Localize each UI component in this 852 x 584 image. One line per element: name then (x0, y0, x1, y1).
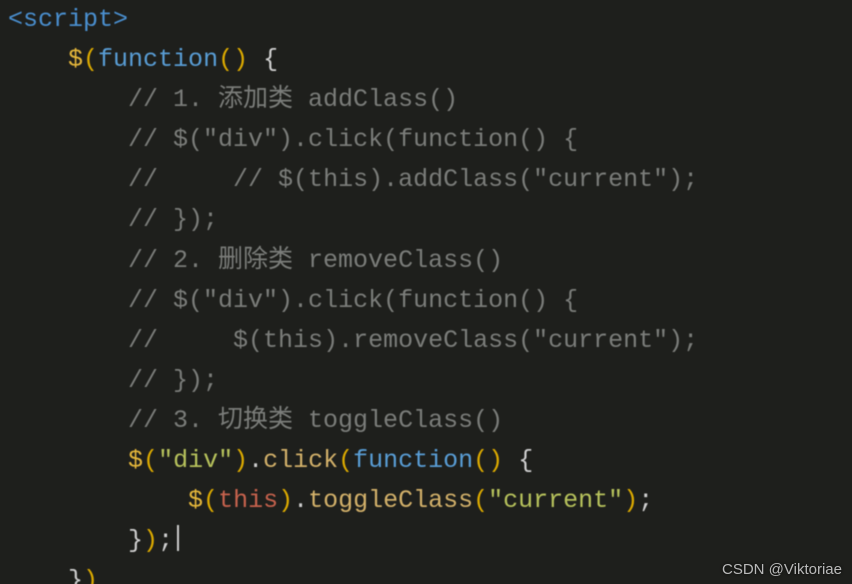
paren-open: ( (143, 446, 158, 475)
code-editor-content[interactable]: <script> $(function() { // 1. 添加类 addCla… (0, 0, 852, 584)
text-cursor (177, 525, 179, 551)
dot: . (248, 446, 263, 475)
brace-close: } (68, 566, 83, 584)
keyword-function: function (353, 446, 473, 475)
comment-line: // 1. 添加类 addClass() (128, 85, 458, 114)
paren-close: ) (143, 526, 158, 555)
comment-line: // }); (128, 205, 218, 234)
parens: () (473, 446, 503, 475)
semicolon: ; (158, 526, 173, 555)
paren-close: ) (278, 486, 293, 515)
parens: () (218, 45, 248, 74)
keyword-this: this (218, 486, 278, 515)
brace-close: } (128, 526, 143, 555)
comment-line: // }); (128, 366, 218, 395)
watermark: CSDN @Viktoriae (722, 561, 842, 578)
string-literal: "div" (158, 446, 233, 475)
comment-line: // $("div").click(function() { (128, 125, 578, 154)
jquery-dollar: $ (68, 45, 83, 74)
space (503, 446, 518, 475)
method-click: click (263, 446, 338, 475)
comment-line: // 3. 切换类 toggleClass() (128, 406, 503, 435)
paren-close: ) (623, 486, 638, 515)
space (248, 45, 263, 74)
jquery-dollar: $ (128, 446, 143, 475)
tag-open: < (8, 5, 23, 34)
brace-open: { (263, 45, 278, 74)
comment-line: // 2. 删除类 removeClass() (128, 246, 503, 275)
paren-close: ) (83, 566, 98, 584)
brace-open: { (518, 446, 533, 475)
string-literal: "current" (488, 486, 623, 515)
semicolon: ; (638, 486, 653, 515)
keyword-function: function (98, 45, 218, 74)
paren-open: ( (338, 446, 353, 475)
comment-line: // // $(this).addClass("current"); (128, 165, 698, 194)
tag-name: script (23, 5, 113, 34)
paren-open: ( (473, 486, 488, 515)
tag-close: > (113, 5, 128, 34)
paren-open: ( (83, 45, 98, 74)
comment-line: // $(this).removeClass("current"); (128, 326, 698, 355)
comment-line: // $("div").click(function() { (128, 286, 578, 315)
paren-open: ( (203, 486, 218, 515)
jquery-dollar: $ (188, 486, 203, 515)
method-toggleclass: toggleClass (308, 486, 473, 515)
paren-close: ) (233, 446, 248, 475)
dot: . (293, 486, 308, 515)
